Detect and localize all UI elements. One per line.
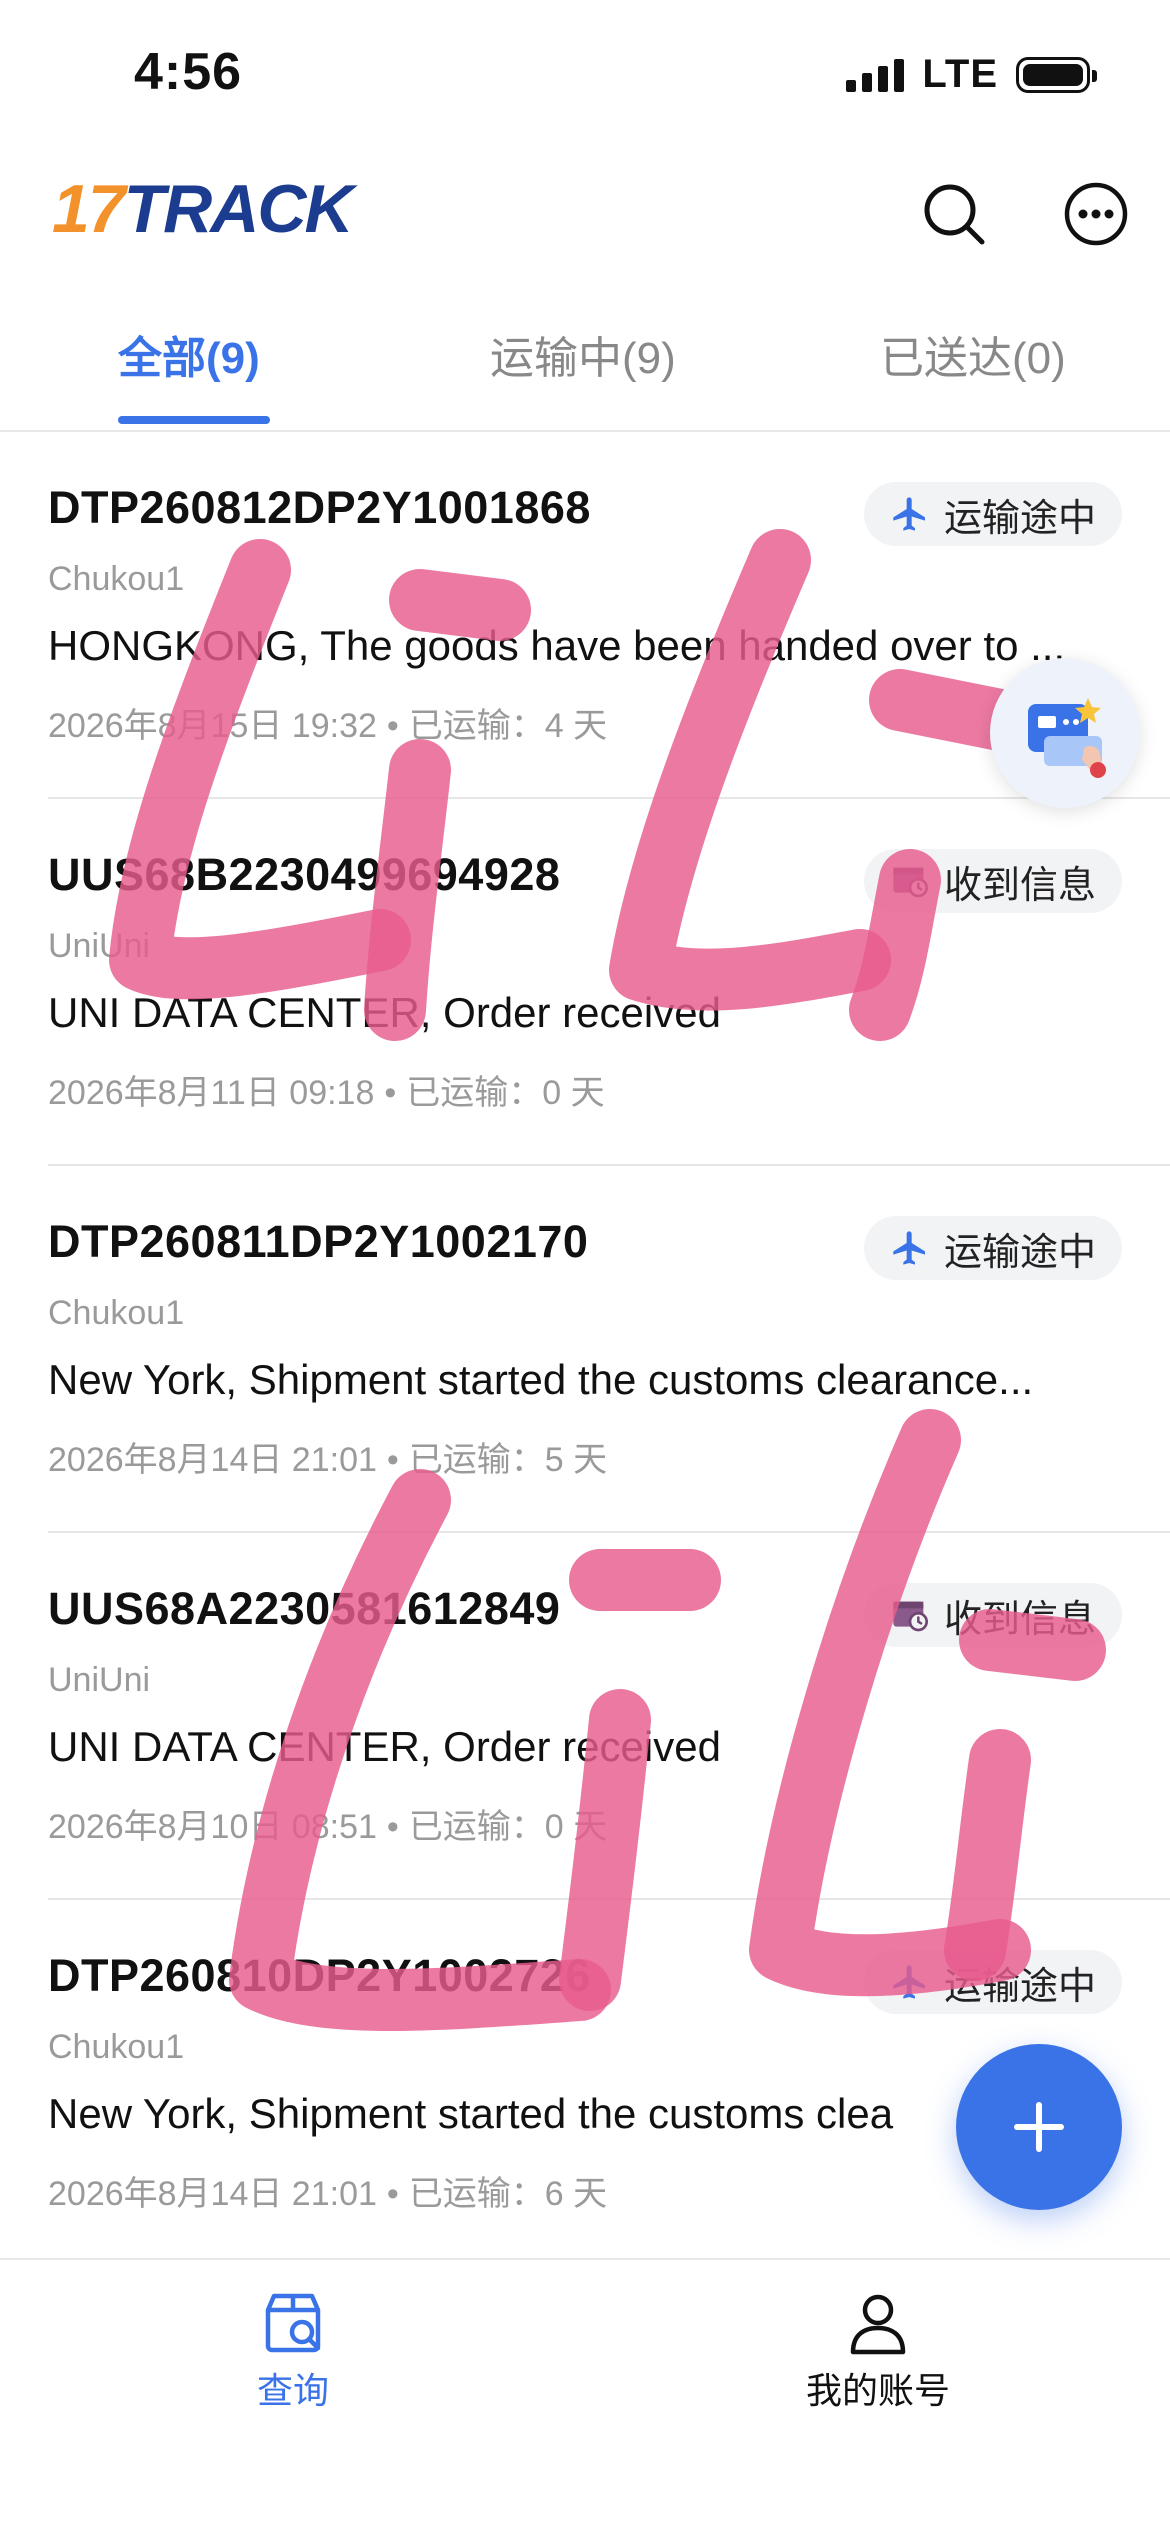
package-meta: 2026年8月14日 21:01 • 已运输：5 天 [48,1432,607,1481]
person-icon [850,2294,906,2355]
network-label: LTE [922,52,998,96]
latest-event: UNI DATA CENTER, Order received [48,1723,721,1770]
status-badge: 运输途中 [863,482,1122,546]
active-tab-indicator [118,416,270,424]
tracking-number: UUS68A2230581612849 [48,1583,561,1634]
status-badge: 运输途中 [863,1950,1122,2014]
status-label: 收到信息 [943,1598,1096,1641]
separator-dot: • [386,707,399,745]
tab-all[interactable]: 全部(9) [118,322,260,386]
latest-event: New York, Shipment started the customs c… [48,2090,894,2137]
signal-icon [846,58,905,92]
transit-days: 已运输：0 天 [408,1808,608,1846]
battery-icon [1016,56,1097,93]
transit-days: 已运输：6 天 [408,2175,608,2213]
tracking-number: UUS68B2230499694928 [48,849,561,900]
nav-label-account: 我的账号 [805,2370,950,2411]
carrier-name: UniUni [48,927,151,965]
status-indicators: LTE [846,52,1097,97]
filter-tabs: 全部(9) 运输中(9) 已送达(0) [0,290,1170,432]
status-label: 收到信息 [943,864,1096,907]
carrier-name: Chukou1 [48,560,185,598]
tracking-number: DTP260812DP2Y1001868 [48,482,591,533]
latest-event: HONGKONG, The goods have been handed ove… [48,622,1066,669]
app-header: 17TRACK [0,150,1170,280]
tab-delivered[interactable]: 已送达(0) [880,322,1066,386]
add-tracking-button[interactable] [956,2044,1122,2210]
package-card[interactable]: DTP260811DP2Y1002170 运输途中 Chukou1 New Yo… [48,1166,1170,1533]
airplane-icon [893,497,925,531]
tab-in-transit[interactable]: 运输中(9) [490,322,676,386]
nav-item-query[interactable]: 查询 [193,2288,393,2414]
separator-dot: • [384,1074,397,1112]
airplane-icon [893,1231,925,1265]
package-meta: 2026年8月14日 21:01 • 已运输：6 天 [48,2166,607,2215]
logo-text: TRACK [123,171,354,247]
status-bar: 4:56 LTE [0,0,1170,150]
transit-days: 已运输：5 天 [408,1441,608,1479]
status-badge: 收到信息 [863,849,1122,913]
package-card[interactable]: UUS68A2230581612849 收到信息 UniUni UNI DATA… [48,1533,1170,1900]
info-received-icon [893,867,928,898]
package-search-icon [265,2293,321,2353]
transit-days: 已运输：4 天 [408,707,608,745]
separator-dot: • [386,1441,399,1479]
carrier-name: Chukou1 [48,2028,185,2066]
status-badge: 运输途中 [863,1216,1122,1280]
package-meta: 2026年8月11日 09:18 • 已运输：0 天 [48,1065,605,1114]
bottom-nav: 查询 我的账号 [0,2258,1170,2534]
nav-item-account[interactable]: 我的账号 [778,2288,978,2414]
carrier-name: Chukou1 [48,1294,185,1332]
package-card[interactable]: UUS68B2230499694928 收到信息 UniUni UNI DATA… [48,799,1170,1166]
search-button[interactable] [918,178,990,250]
tracking-number: DTP260810DP2Y1002726 [48,1950,591,2001]
more-icon [1064,182,1128,246]
latest-event: New York, Shipment started the customs c… [48,1356,1034,1403]
separator-dot: • [386,2175,399,2213]
promo-card-icon [1028,698,1106,778]
separator-dot: • [386,1808,399,1846]
logo-number: 17 [52,171,126,247]
plus-icon [1014,2102,1064,2152]
event-date: 2026年8月14日 21:01 [48,2175,377,2213]
status-time: 4:56 [134,43,243,101]
status-label: 运输途中 [943,497,1096,540]
package-meta: 2026年8月10日 08:51 • 已运输：0 天 [48,1799,607,1848]
event-date: 2026年8月10日 08:51 [48,1808,377,1846]
status-badge: 收到信息 [863,1583,1122,1647]
search-icon [924,184,985,245]
package-meta: 2026年8月15日 19:32 • 已运输：4 天 [48,698,607,747]
info-received-icon [893,1601,928,1632]
more-button[interactable] [1060,178,1132,250]
event-date: 2026年8月11日 09:18 [48,1074,375,1112]
transit-days: 已运输：0 天 [406,1074,605,1112]
event-date: 2026年8月15日 19:32 [48,707,377,745]
latest-event: UNI DATA CENTER, Order received [48,989,721,1036]
event-date: 2026年8月14日 21:01 [48,1441,377,1479]
floating-helper-button[interactable] [990,658,1140,808]
tracking-number: DTP260811DP2Y1002170 [48,1216,589,1267]
carrier-name: UniUni [48,1661,151,1699]
nav-label-query: 查询 [256,2370,329,2411]
app-logo: 17TRACK [52,170,354,248]
status-label: 运输途中 [943,1965,1096,2008]
status-label: 运输途中 [943,1231,1096,1274]
airplane-icon [893,1965,925,1999]
